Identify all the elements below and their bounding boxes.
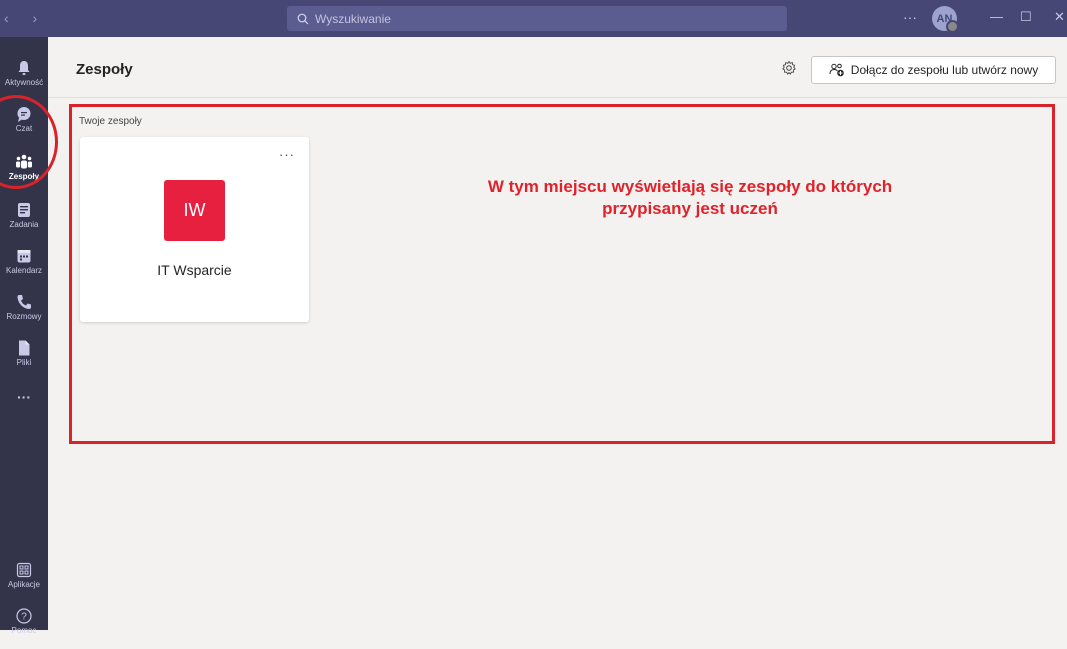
chat-icon <box>17 107 31 122</box>
app-rail: Aktywność Czat Zespoły Zadania Kalendarz… <box>0 37 48 635</box>
annotation-line-1: W tym miejscu wyświetlają się zespoły do… <box>487 177 893 196</box>
search-input[interactable] <box>313 10 757 27</box>
rail-item-calendar[interactable]: Kalendarz <box>0 243 48 289</box>
section-label: Twoje zespoły <box>79 116 142 127</box>
bell-icon <box>18 61 30 75</box>
add-team-icon <box>829 63 844 77</box>
title-bar: ‹ › ··· AN — ☐ ✕ <box>0 0 1067 37</box>
annotation-text: W tym miejscu wyświetlają się zespoły do… <box>380 176 1000 220</box>
join-or-create-team-button[interactable]: Dołącz do zespołu lub utwórz nowy <box>811 56 1056 84</box>
team-initials: IW <box>183 200 206 220</box>
rail-item-chat[interactable]: Czat <box>0 101 48 147</box>
rail-item-apps[interactable]: Aplikacje <box>0 557 48 603</box>
gear-icon[interactable] <box>781 60 797 76</box>
rail-item-label: Czat <box>15 124 33 133</box>
rail-item-label: Zadania <box>9 220 39 229</box>
file-icon <box>19 340 30 356</box>
annotation-line-2: przypisany jest uczeń <box>602 199 778 218</box>
close-icon[interactable]: ✕ <box>1054 9 1065 25</box>
rail-item-teams[interactable]: Zespoły <box>0 149 48 195</box>
rail-item-label: Zespoły <box>8 172 40 181</box>
rail-item-label: Pliki <box>16 358 32 367</box>
team-card[interactable]: ··· IW IT Wsparcie <box>80 137 309 322</box>
apps-icon <box>16 562 32 578</box>
rail-item-label: Aplikacje <box>7 580 40 589</box>
team-name: IT Wsparcie <box>157 262 232 278</box>
rail-item-activity[interactable]: Aktywność <box>0 55 48 101</box>
page-title: Zespoły <box>76 61 133 78</box>
search-icon <box>297 13 309 24</box>
more-options-icon[interactable]: ··· <box>903 9 917 25</box>
search-box[interactable] <box>287 6 787 31</box>
page-header: Zespoły Dołącz do zespołu lub utwórz now… <box>48 37 1067 98</box>
join-button-label: Dołącz do zespołu lub utwórz nowy <box>850 63 1039 77</box>
presence-status-icon <box>946 20 959 33</box>
rail-item-help[interactable]: ? Pomoc <box>0 603 48 649</box>
rail-item-label: Rozmowy <box>6 312 42 321</box>
svg-text:?: ? <box>21 612 27 623</box>
calendar-icon <box>17 250 31 263</box>
rail-item-assignments[interactable]: Zadania <box>0 197 48 243</box>
rail-item-label: Kalendarz <box>5 266 43 275</box>
rail-item-calls[interactable]: Rozmowy <box>0 289 48 335</box>
rail-more-icon[interactable]: ··· <box>0 389 48 413</box>
maximize-icon[interactable]: ☐ <box>1020 9 1032 25</box>
avatar[interactable]: AN <box>932 6 959 33</box>
help-icon: ? <box>16 608 32 624</box>
assignments-icon <box>18 203 30 217</box>
teams-icon <box>16 154 32 169</box>
rail-item-label: Pomoc <box>11 626 37 635</box>
nav-arrows[interactable]: ‹ › <box>4 10 47 26</box>
phone-icon <box>17 295 31 309</box>
minimize-icon[interactable]: — <box>990 9 1003 24</box>
rail-item-label: Aktywność <box>4 78 44 87</box>
team-avatar: IW <box>164 180 225 241</box>
more-options-icon[interactable]: ··· <box>279 147 295 162</box>
rail-item-files[interactable]: Pliki <box>0 335 48 381</box>
